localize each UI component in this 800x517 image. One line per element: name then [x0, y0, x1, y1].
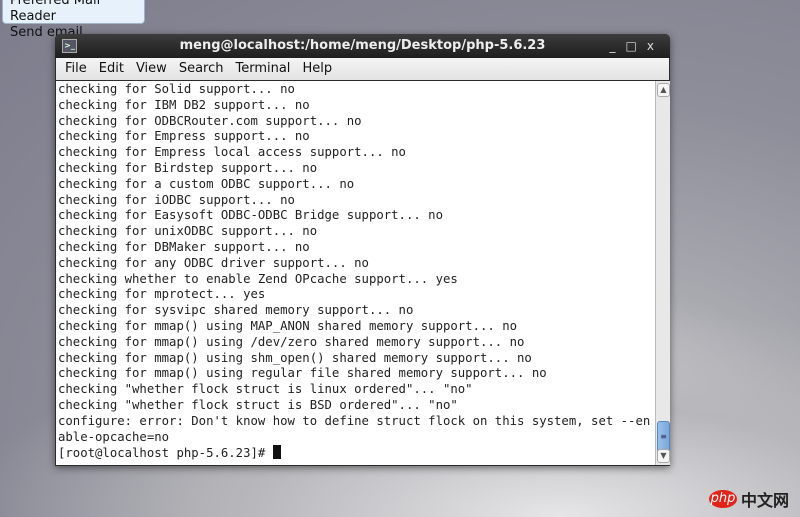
php-logo: php [709, 490, 737, 508]
terminal-line: checking for mmap() using regular file s… [58, 366, 547, 381]
terminal-line: checking for Empress support... no [58, 129, 310, 144]
shell-prompt-line: [root@localhost php-5.6.23]# [58, 445, 655, 462]
terminal-line: checking for mprotect... yes [58, 287, 266, 302]
maximize-button[interactable]: □ [626, 39, 647, 53]
scroll-down-icon[interactable]: ▼ [657, 449, 670, 463]
terminal-output[interactable]: checking for Solid support... no checking… [56, 81, 655, 465]
terminal-line: checking for mmap() using MAP_ANON share… [58, 318, 518, 333]
window-title: meng@localhost:/home/meng/Desktop/php-5.… [179, 38, 546, 53]
terminal-line: checking for Easysoft ODBC-ODBC Bridge s… [58, 208, 443, 223]
terminal-line: checking "whether flock struct is BSD or… [58, 397, 458, 412]
tooltip: Preferred Mail Reader Send email [2, 0, 145, 40]
title-bar[interactable]: >_ meng@localhost:/home/meng/Desktop/php… [55, 34, 670, 58]
tooltip-line: Preferred Mail Reader [10, 0, 101, 24]
terminal-line: checking "whether flock struct is linux … [58, 382, 473, 397]
terminal-line: checking for unixODBC support... no [58, 224, 318, 239]
terminal-line: checking for sysvipc shared memory suppo… [58, 303, 414, 318]
php-cn-watermark: php 中文网 [709, 487, 789, 511]
menu-edit[interactable]: Edit [93, 58, 130, 80]
terminal-line: checking for Birdstep support... no [58, 160, 318, 175]
menu-bar: File Edit View Search Terminal Help [55, 58, 670, 81]
terminal-line: checking whether to enable Zend OPcache … [58, 271, 458, 286]
terminal-line: checking for mmap() using /dev/zero shar… [58, 334, 525, 349]
shell-prompt: [root@localhost php-5.6.23]# [58, 446, 273, 461]
terminal-line: checking for iODBC support... no [58, 192, 295, 207]
menu-file[interactable]: File [59, 58, 93, 80]
watermark-text: 中文网 [741, 491, 790, 510]
terminal-window: >_ meng@localhost:/home/meng/Desktop/php… [55, 34, 670, 466]
menu-help[interactable]: Help [296, 58, 338, 80]
terminal-line: checking for a custom ODBC support... no [58, 176, 355, 191]
terminal-line: checking for Empress local access suppor… [58, 145, 406, 160]
terminal-icon: >_ [62, 39, 77, 53]
terminal-line: able-opcache=no [58, 429, 170, 444]
terminal-line: checking for DBMaker support... no [58, 239, 310, 254]
terminal-line: checking for mmap() using shm_open() sha… [58, 350, 532, 365]
text-cursor [272, 445, 281, 460]
close-button[interactable]: x [647, 39, 664, 53]
menu-view[interactable]: View [130, 58, 173, 80]
terminal-line: configure: error: Don't know how to defi… [58, 413, 651, 428]
terminal-line: checking for ODBCRouter.com support... n… [58, 113, 362, 128]
terminal-line: checking for any ODBC driver support... … [58, 255, 369, 270]
menu-terminal[interactable]: Terminal [229, 58, 296, 80]
scroll-up-icon[interactable]: ▲ [657, 83, 670, 97]
terminal-line: checking for Solid support... no [58, 82, 295, 96]
menu-search[interactable]: Search [173, 58, 230, 80]
scrollbar[interactable]: ▲ ≡ ▼ [655, 81, 670, 465]
terminal-line: checking for IBM DB2 support... no [58, 97, 310, 112]
minimize-button[interactable]: _ [610, 39, 626, 53]
